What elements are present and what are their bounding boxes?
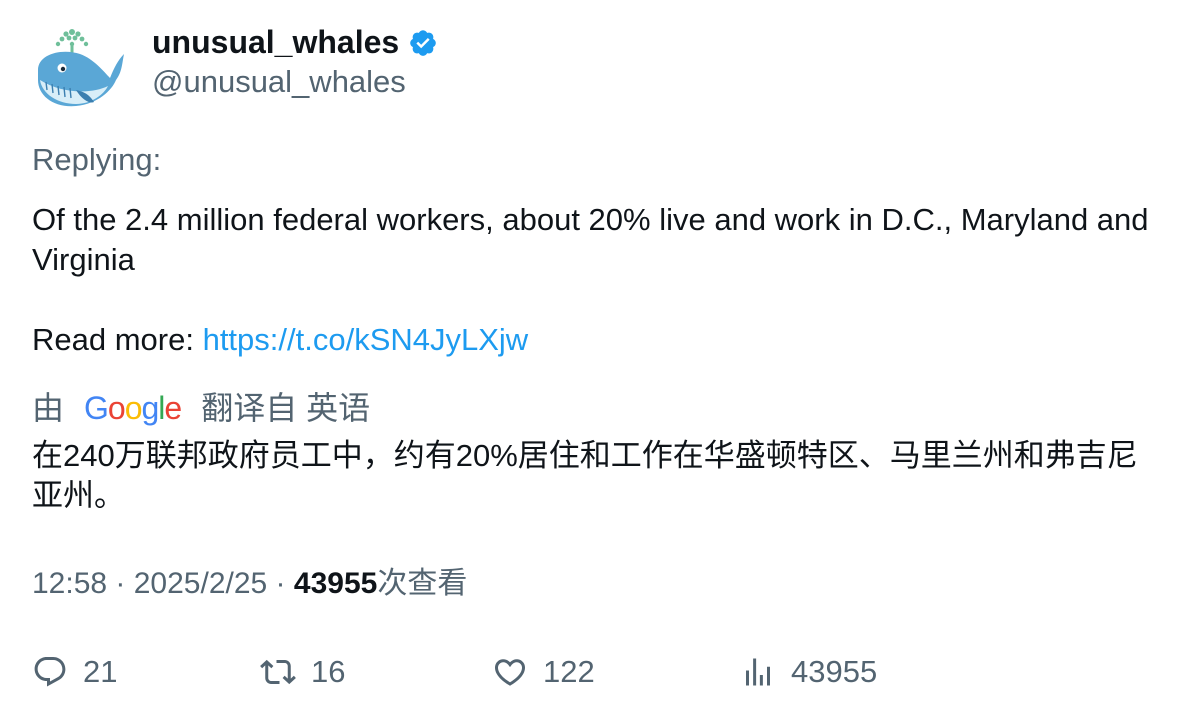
like-button[interactable]: 122: [492, 648, 595, 696]
translated-by-label: 由: [32, 390, 65, 426]
views-action-count: 43955: [791, 654, 878, 689]
google-logo-icon: Google: [84, 390, 182, 426]
read-more-line: Read more: https://t.co/kSN4JyLXjw: [32, 320, 1162, 360]
tweet-meta: 12:58 · 2025/2/25 · 43955次查看: [32, 564, 467, 604]
reply-button[interactable]: 21: [32, 648, 117, 696]
meta-separator: ·: [107, 567, 134, 600]
views-label: 次查看: [377, 567, 468, 600]
heart-icon: [494, 659, 526, 686]
retweet-button[interactable]: 16: [260, 648, 345, 696]
tweet-text: Of the 2.4 million federal workers, abou…: [32, 202, 1149, 277]
retweet-icon: [260, 659, 296, 685]
tweet-link[interactable]: https://t.co/kSN4JyLXjw: [203, 322, 529, 357]
action-bar: 21 16 122 43955: [0, 648, 1196, 696]
retweet-count: 16: [311, 654, 346, 689]
tweet-date[interactable]: 2025/2/25: [134, 567, 267, 600]
translated-text: 在240万联邦政府员工中，约有20%居住和工作在华盛顿特区、马里兰州和弗吉尼亚州…: [32, 438, 1138, 513]
tweet-body: Of the 2.4 million federal workers, abou…: [32, 200, 1162, 360]
reply-count: 21: [83, 654, 118, 689]
analytics-icon: [746, 658, 770, 686]
views-button[interactable]: 43955: [740, 648, 877, 696]
author-name-row: unusual_whales: [152, 22, 438, 62]
translated-from-label: 翻译自 英语: [201, 390, 371, 426]
replying-label: Replying:: [32, 142, 162, 177]
read-more-prefix: Read more:: [32, 322, 203, 357]
reply-icon: [34, 657, 66, 687]
meta-separator-2: ·: [267, 567, 294, 600]
translation-attribution: 由 Google 翻译自 英语: [32, 386, 370, 430]
verified-badge-icon: [410, 30, 436, 56]
views-count: 43955: [293, 567, 378, 600]
whale-avatar-icon[interactable]: [32, 24, 128, 114]
author-handle[interactable]: @unusual_whales: [152, 62, 406, 102]
tweet-card: unusual_whales @unusual_whales Replying:…: [0, 0, 1196, 718]
tweet-time[interactable]: 12:58: [32, 567, 107, 600]
like-count: 122: [543, 654, 595, 689]
author-display-name[interactable]: unusual_whales: [152, 22, 399, 62]
